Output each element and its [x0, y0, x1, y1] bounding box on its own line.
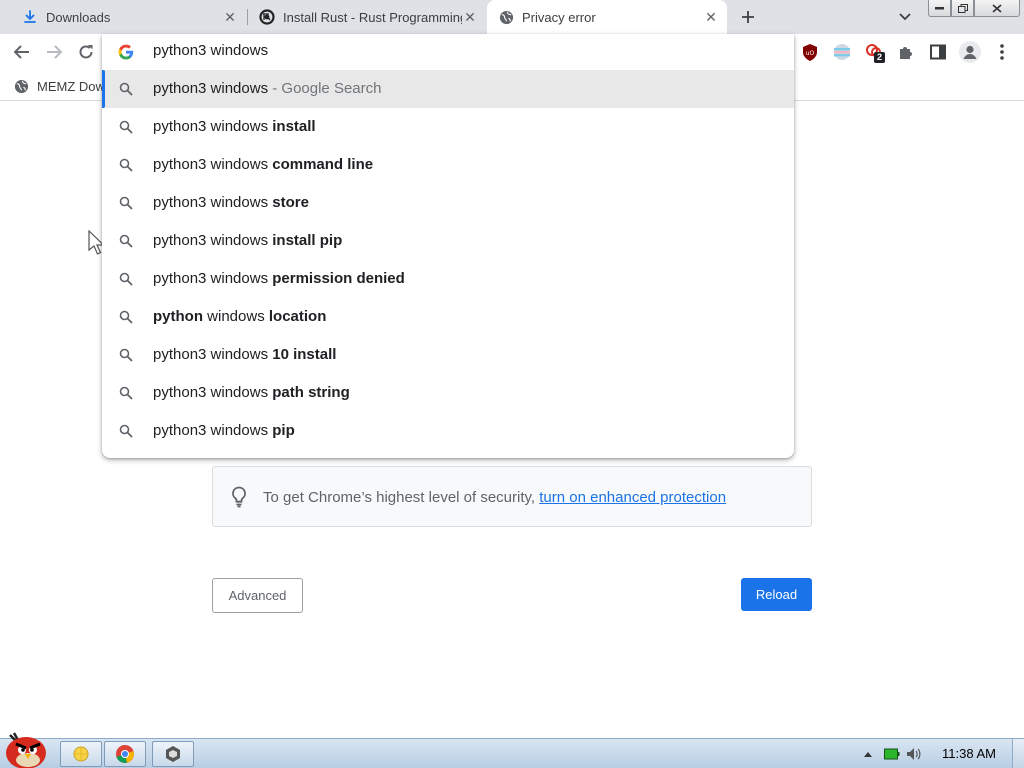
suggestion-item[interactable]: python3 windows - Google Search	[102, 70, 794, 108]
new-tab-button[interactable]	[736, 5, 760, 29]
start-button-angry-bird-icon[interactable]	[0, 731, 54, 768]
suggestion-item[interactable]: python3 windows permission denied	[102, 260, 794, 298]
profile-avatar-icon[interactable]	[958, 40, 982, 64]
search-icon	[119, 310, 133, 324]
close-tab-icon[interactable]: ✕	[703, 9, 719, 25]
tab-title: Install Rust - Rust Programming Language	[283, 9, 462, 25]
suggestion-item[interactable]: python3 windows command line	[102, 146, 794, 184]
enhanced-protection-box: To get Chrome’s highest level of securit…	[212, 466, 812, 527]
advanced-button[interactable]: Advanced	[212, 578, 303, 613]
search-icon	[119, 424, 133, 438]
restore-button[interactable]	[951, 0, 974, 17]
taskbar: 11:38 AM	[0, 732, 1024, 768]
search-icon	[119, 272, 133, 286]
forward-button[interactable]	[42, 40, 66, 64]
close-tab-icon[interactable]: ✕	[222, 9, 238, 25]
omnibox-input-row[interactable]: python3 windows	[102, 34, 794, 70]
tray-volume-icon[interactable]	[906, 747, 922, 761]
suggestion-text: python3 windows path string	[153, 384, 350, 401]
tab-search-chevron-icon[interactable]	[895, 7, 915, 27]
search-icon	[119, 82, 133, 96]
extension-flag-icon[interactable]	[832, 42, 852, 62]
suggestion-item[interactable]: python3 windows install pip	[102, 222, 794, 260]
tab-title: Downloads	[46, 9, 111, 25]
search-icon	[119, 158, 133, 172]
lightbulb-icon	[230, 486, 248, 508]
bookmark-label: MEMZ Dow	[37, 78, 105, 94]
search-icon	[119, 120, 133, 134]
ublock-origin-icon[interactable]: uO	[800, 42, 820, 62]
taskbar-clock[interactable]: 11:38 AM	[942, 746, 996, 761]
suggestion-text: python3 windows store	[153, 194, 309, 211]
suggestion-text: python3 windows 10 install	[153, 346, 337, 363]
taskbar-app-button[interactable]	[152, 741, 194, 767]
google-logo-icon	[118, 44, 134, 60]
rust-logo-icon	[259, 9, 275, 25]
extension-badge-count: 2	[874, 52, 886, 63]
suggestion-item[interactable]: python3 windows store	[102, 184, 794, 222]
minimize-button[interactable]	[928, 0, 951, 17]
close-tab-icon[interactable]: ✕	[462, 9, 478, 25]
taskbar-explorer-button[interactable]	[60, 741, 102, 767]
search-icon	[119, 234, 133, 248]
enhanced-protection-text: To get Chrome’s highest level of securit…	[263, 489, 727, 506]
suggestion-item[interactable]: python3 windows pip	[102, 412, 794, 450]
enhanced-protection-link[interactable]: turn on enhanced protection	[539, 489, 726, 506]
more-menu-icon[interactable]	[992, 42, 1012, 62]
taskbar-chrome-button[interactable]	[104, 741, 146, 767]
reload-button[interactable]: Reload	[741, 578, 812, 611]
suggestion-text: python3 windows command line	[153, 156, 374, 173]
close-window-button[interactable]	[974, 0, 1020, 17]
extensions-puzzle-icon[interactable]	[896, 42, 916, 62]
globe-icon	[14, 79, 29, 94]
omnibox-dropdown: python3 windows python3 windows - Google…	[102, 34, 794, 458]
back-button[interactable]	[10, 40, 34, 64]
tab-strip: Downloads ✕ Install Rust - Rust Programm…	[0, 0, 1024, 34]
search-icon	[119, 348, 133, 362]
extension-badge-icon[interactable]: 2	[864, 42, 886, 63]
tab-privacy-error[interactable]: Privacy error ✕	[487, 0, 727, 34]
svg-text:uO: uO	[806, 50, 815, 57]
suggestion-item[interactable]: python windows location	[102, 298, 794, 336]
reload-icon[interactable]	[74, 40, 98, 64]
suggestion-text: python3 windows - Google Search	[153, 80, 382, 97]
download-icon	[22, 9, 38, 25]
bookmark-memz[interactable]: MEMZ Dow	[14, 76, 105, 96]
suggestion-text: python3 windows install pip	[153, 232, 343, 249]
tab-install-rust[interactable]: Install Rust - Rust Programming Language…	[248, 0, 486, 34]
suggestion-text: python3 windows install	[153, 118, 316, 135]
suggestion-item[interactable]: python3 windows path string	[102, 374, 794, 412]
tray-battery-icon[interactable]	[884, 747, 900, 761]
tray-arrow-icon[interactable]	[860, 747, 876, 761]
search-icon	[119, 196, 133, 210]
search-icon	[119, 386, 133, 400]
tab-title: Privacy error	[522, 9, 596, 25]
suggestion-text: python3 windows pip	[153, 422, 295, 439]
omnibox-input[interactable]: python3 windows	[153, 42, 268, 59]
suggestion-text: python3 windows permission denied	[153, 270, 405, 287]
suggestion-item[interactable]: python3 windows install	[102, 108, 794, 146]
suggestion-text: python windows location	[153, 308, 327, 325]
show-desktop-button[interactable]	[1012, 739, 1024, 768]
side-panel-icon[interactable]	[928, 42, 948, 62]
tab-downloads[interactable]: Downloads ✕	[8, 0, 246, 34]
globe-icon	[498, 9, 514, 25]
suggestion-item[interactable]: python3 windows 10 install	[102, 336, 794, 374]
